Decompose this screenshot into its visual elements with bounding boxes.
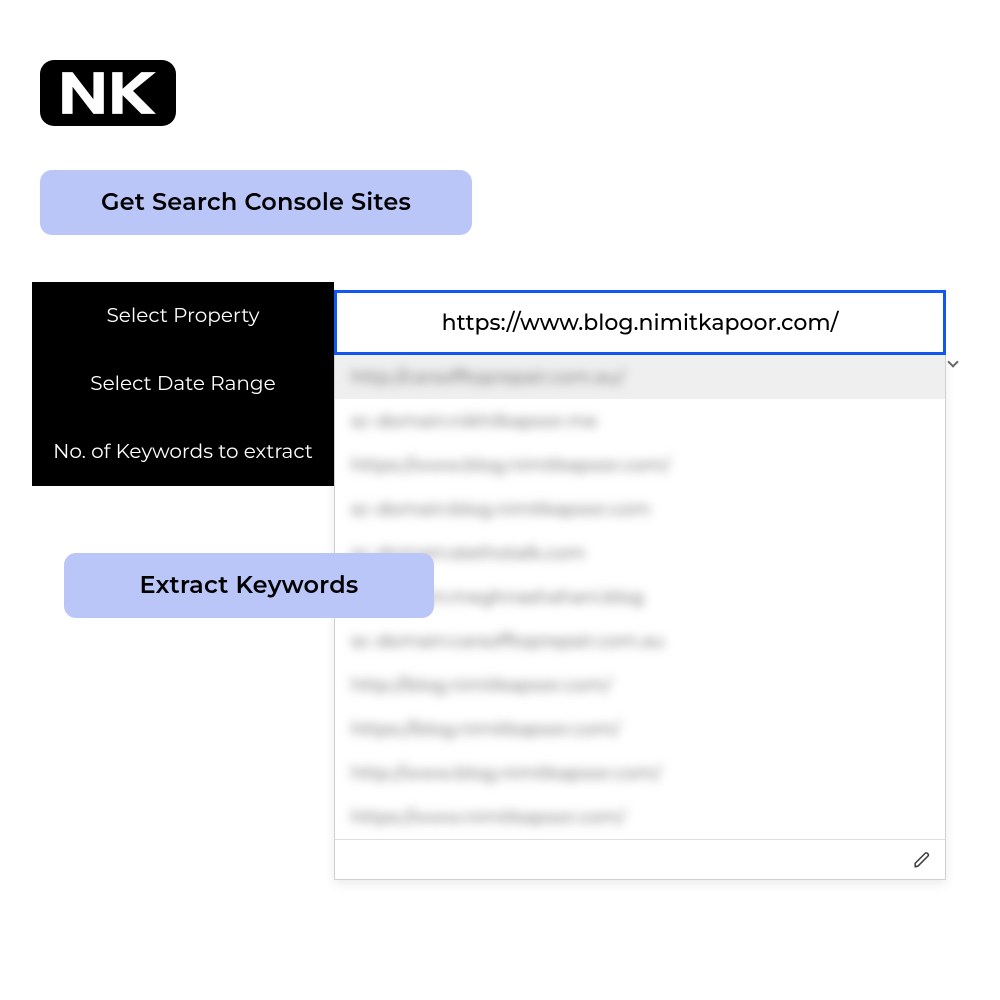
property-dropdown-selected[interactable]: https://www.blog.nimitkapoor.com/ (334, 290, 946, 355)
button-label: Extract Keywords (140, 571, 359, 600)
dropdown-selected-value: https://www.blog.nimitkapoor.com/ (442, 309, 839, 336)
dropdown-option[interactable]: https://www.nimitkapoor.com/ (335, 795, 945, 839)
dropdown-option[interactable]: http://carsofftoprepair.com.au/ (335, 355, 945, 399)
logo (40, 60, 176, 126)
dropdown-footer (335, 839, 945, 879)
label-select-date-range: Select Date Range (32, 350, 334, 418)
button-label: Get Search Console Sites (101, 188, 411, 217)
form-labels: Select Property Select Date Range No. of… (32, 282, 334, 486)
label-select-property: Select Property (32, 282, 334, 350)
dropdown-option[interactable]: https://www.blog.nimitkapoor.com/ (335, 443, 945, 487)
dropdown-option[interactable]: http://www.blog.nimitkapoor.com/ (335, 751, 945, 795)
dropdown-option[interactable]: http://blog.nimitkapoor.com/ (335, 663, 945, 707)
dropdown-option[interactable]: sc-domain:nikhilkapoor.me (335, 399, 945, 443)
label-keywords-count: No. of Keywords to extract (32, 418, 334, 486)
extract-keywords-button[interactable]: Extract Keywords (64, 553, 434, 618)
dropdown-option[interactable]: https://blog.nimitkapoor.com/ (335, 707, 945, 751)
dropdown-option[interactable]: sc-domain:blog.nimitkapoor.com (335, 487, 945, 531)
property-dropdown-list: http://carsofftoprepair.com.au/ sc-domai… (334, 355, 946, 880)
dropdown-option[interactable]: sc-domain:carsofftoprepair.com.au (335, 619, 945, 663)
chevron-down-icon (947, 356, 958, 367)
get-search-console-sites-button[interactable]: Get Search Console Sites (40, 170, 472, 235)
edit-icon[interactable] (913, 851, 931, 869)
